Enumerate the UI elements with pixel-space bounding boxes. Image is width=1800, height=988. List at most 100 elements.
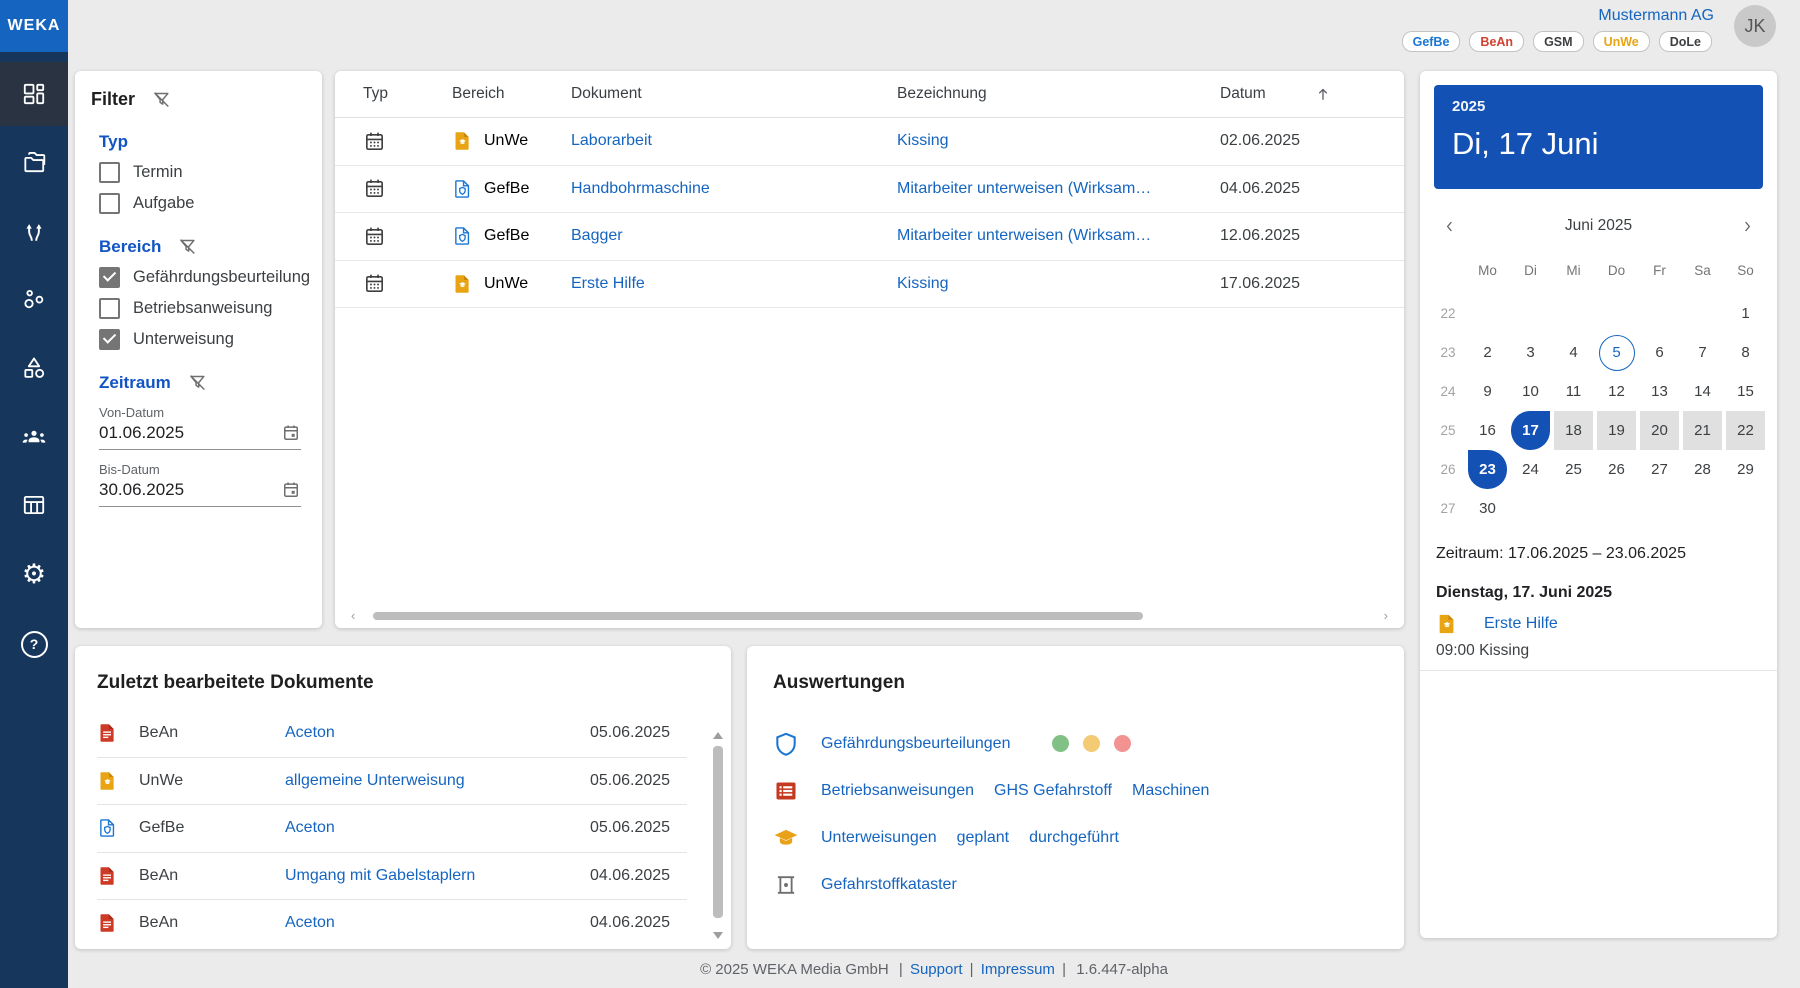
unterweisungen-link[interactable]: Unterweisungen xyxy=(821,829,937,847)
checkbox-betriebsanweisung[interactable]: Betriebsanweisung xyxy=(99,298,306,319)
table-row[interactable]: GefBe Bagger Mitarbeiter unterweisen (Wi… xyxy=(335,213,1404,261)
day-cell[interactable]: 11 xyxy=(1552,372,1595,411)
sidebar-item-documents[interactable] xyxy=(0,130,68,194)
sidebar-item-help[interactable]: ? xyxy=(0,612,68,676)
doc-name-link[interactable]: Umgang mit Gabelstaplern xyxy=(285,867,590,885)
sidebar-item-persons[interactable] xyxy=(0,405,68,469)
day-cell[interactable]: 13 xyxy=(1638,372,1681,411)
day-cell[interactable]: 24 xyxy=(1509,450,1552,489)
column-datum[interactable]: Datum xyxy=(1220,85,1332,103)
dokument-link[interactable]: Handbohrmaschine xyxy=(571,180,897,198)
day-cell[interactable] xyxy=(1595,489,1638,528)
day-cell[interactable] xyxy=(1638,294,1681,333)
day-cell[interactable]: 9 xyxy=(1466,372,1509,411)
day-cell-in-range[interactable]: 19 xyxy=(1595,411,1638,450)
day-cell[interactable]: 16 xyxy=(1466,411,1509,450)
avatar[interactable]: JK xyxy=(1734,5,1776,47)
filter-off-icon[interactable] xyxy=(187,372,208,393)
day-cell[interactable] xyxy=(1552,294,1595,333)
dokument-link[interactable]: Bagger xyxy=(571,227,897,245)
day-cell[interactable]: 2 xyxy=(1466,333,1509,372)
day-cell[interactable]: 4 xyxy=(1552,333,1595,372)
day-cell[interactable]: 25 xyxy=(1552,450,1595,489)
calendar-year[interactable]: 2025 xyxy=(1452,98,1745,115)
sidebar-item-categories[interactable] xyxy=(0,336,68,400)
bis-datum-input[interactable]: 30.06.2025 xyxy=(99,477,301,507)
day-cell[interactable] xyxy=(1466,294,1509,333)
betriebsanweisungen-link[interactable]: Betriebsanweisungen xyxy=(821,782,974,800)
column-dokument[interactable]: Dokument xyxy=(571,85,897,103)
maschinen-link[interactable]: Maschinen xyxy=(1132,782,1209,800)
column-bezeichnung[interactable]: Bezeichnung xyxy=(897,85,1220,103)
previous-month-icon[interactable] xyxy=(1442,219,1457,234)
day-cell[interactable]: 10 xyxy=(1509,372,1552,411)
gefaehrdungsbeurteilungen-link[interactable]: Gefährdungsbeurteilungen xyxy=(821,735,1010,753)
column-typ[interactable]: Typ xyxy=(363,85,452,103)
badge-gefbe[interactable]: GefBe xyxy=(1402,31,1461,52)
table-row[interactable]: UnWe Erste Hilfe Kissing 17.06.2025 xyxy=(335,261,1404,309)
bezeichnung-link[interactable]: Mitarbeiter unterweisen (Wirksam… xyxy=(897,180,1220,198)
day-cell[interactable]: 12 xyxy=(1595,372,1638,411)
company-link[interactable]: Mustermann AG xyxy=(1598,7,1714,25)
bezeichnung-link[interactable]: Kissing xyxy=(897,275,1220,293)
day-cell[interactable]: 30 xyxy=(1466,489,1509,528)
day-cell[interactable]: 6 xyxy=(1638,333,1681,372)
day-cell-range-end[interactable]: 23 xyxy=(1466,450,1509,489)
horizontal-scrollbar-thumb[interactable] xyxy=(373,612,1143,620)
badge-unwe[interactable]: UnWe xyxy=(1593,31,1650,52)
day-cell-in-range[interactable]: 22 xyxy=(1724,411,1767,450)
sidebar-item-analysis[interactable] xyxy=(0,267,68,331)
day-cell[interactable] xyxy=(1552,489,1595,528)
list-item[interactable]: GefBe Aceton 05.06.2025 xyxy=(97,805,687,853)
scroll-up-icon[interactable] xyxy=(713,732,723,739)
badge-bean[interactable]: BeAn xyxy=(1469,31,1524,52)
day-cell[interactable]: 15 xyxy=(1724,372,1767,411)
list-item[interactable]: UnWe allgemeine Unterweisung 05.06.2025 xyxy=(97,758,687,806)
day-cell-in-range[interactable]: 20 xyxy=(1638,411,1681,450)
geplant-link[interactable]: geplant xyxy=(957,829,1010,847)
calendar-picker-icon[interactable] xyxy=(281,480,301,500)
day-cell-range-start[interactable]: 17 xyxy=(1509,411,1552,450)
sidebar-item-settings[interactable]: ⚙ xyxy=(0,542,68,606)
day-cell[interactable] xyxy=(1681,489,1724,528)
table-row[interactable]: UnWe Laborarbeit Kissing 02.06.2025 xyxy=(335,118,1404,166)
column-bereich[interactable]: Bereich xyxy=(452,85,571,103)
day-cell[interactable] xyxy=(1724,489,1767,528)
day-cell[interactable] xyxy=(1681,294,1724,333)
list-item[interactable]: BeAn Aceton 05.06.2025 xyxy=(97,710,687,758)
day-cell[interactable]: 7 xyxy=(1681,333,1724,372)
day-cell[interactable]: 8 xyxy=(1724,333,1767,372)
day-cell[interactable]: 1 xyxy=(1724,294,1767,333)
day-cell-in-range[interactable]: 18 xyxy=(1552,411,1595,450)
day-cell[interactable]: 14 xyxy=(1681,372,1724,411)
day-cell[interactable] xyxy=(1638,489,1681,528)
sort-ascending-icon[interactable] xyxy=(1314,85,1332,103)
doc-name-link[interactable]: Aceton xyxy=(285,914,590,932)
next-month-icon[interactable] xyxy=(1740,219,1755,234)
day-cell[interactable]: 26 xyxy=(1595,450,1638,489)
sidebar-item-dashboard[interactable] xyxy=(0,62,68,126)
dokument-link[interactable]: Laborarbeit xyxy=(571,132,897,150)
checkbox-unterweisung[interactable]: Unterweisung xyxy=(99,329,306,350)
bezeichnung-link[interactable]: Mitarbeiter unterweisen (Wirksam… xyxy=(897,227,1220,245)
day-cell[interactable] xyxy=(1595,294,1638,333)
calendar-picker-icon[interactable] xyxy=(281,423,301,443)
checkbox-termin[interactable]: Termin xyxy=(99,162,306,183)
day-cell[interactable] xyxy=(1509,294,1552,333)
table-row[interactable]: GefBe Handbohrmaschine Mitarbeiter unter… xyxy=(335,166,1404,214)
day-cell[interactable]: 3 xyxy=(1509,333,1552,372)
filter-off-icon[interactable] xyxy=(177,236,198,257)
sidebar-item-tables[interactable] xyxy=(0,473,68,537)
day-cell-today[interactable]: 5 xyxy=(1595,333,1638,372)
badge-gsm[interactable]: GSM xyxy=(1533,31,1583,52)
day-cell-in-range[interactable]: 21 xyxy=(1681,411,1724,450)
impressum-link[interactable]: Impressum xyxy=(981,961,1055,978)
vertical-scrollbar-thumb[interactable] xyxy=(713,746,723,918)
filter-off-icon[interactable] xyxy=(151,89,172,110)
gefahrstoffkataster-link[interactable]: Gefahrstoffkataster xyxy=(821,876,957,894)
sidebar-item-workflows[interactable] xyxy=(0,199,68,263)
day-cell[interactable]: 29 xyxy=(1724,450,1767,489)
scroll-right-icon[interactable]: › xyxy=(1384,608,1388,623)
list-item[interactable]: BeAn Umgang mit Gabelstaplern 04.06.2025 xyxy=(97,853,687,901)
doc-name-link[interactable]: allgemeine Unterweisung xyxy=(285,772,590,790)
